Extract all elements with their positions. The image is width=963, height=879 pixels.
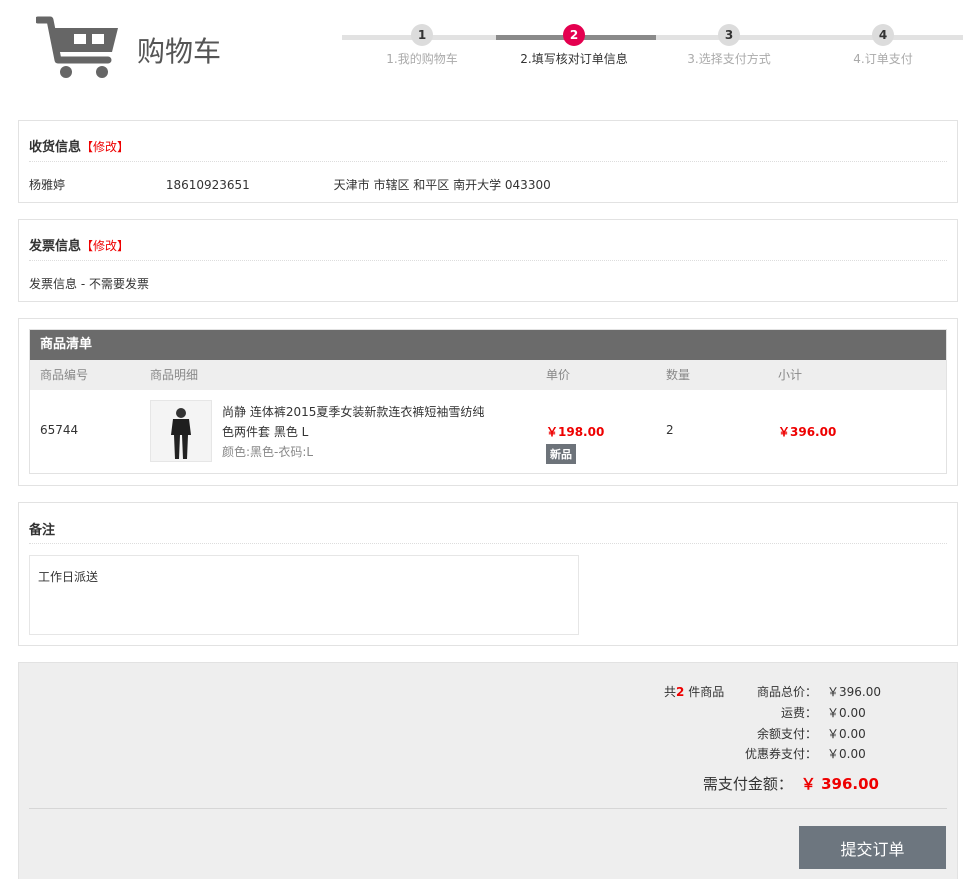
divider: [29, 543, 947, 544]
remark-title: 备注: [29, 523, 56, 538]
goods-list-panel: 商品清单 商品编号 商品明细 单价 数量 小计 65744 尚静 连体裤2015…: [18, 318, 958, 486]
product-id: 65744: [40, 423, 79, 437]
col-subtotal: 小计: [778, 368, 803, 382]
shipping-info-panel: 收货信息【修改】 杨雅婷 18610923651 天津市 市辖区 和平区 南开大…: [18, 120, 958, 203]
invoice-info-panel: 发票信息【修改】 发票信息 - 不需要发票: [18, 219, 958, 302]
goods-table: 商品清单 商品编号 商品明细 单价 数量 小计 65744 尚静 连体裤2015…: [29, 329, 947, 474]
col-detail: 商品明细: [150, 368, 199, 382]
product-spec: 颜色:黑色-衣码:L: [222, 445, 314, 459]
recipient-name: 杨雅婷: [29, 178, 66, 192]
col-price: 单价: [546, 368, 571, 382]
item-count: 共2 件商品: [664, 685, 725, 699]
submit-order-button[interactable]: 提交订单: [799, 826, 946, 869]
unit-price: ￥198.00: [546, 425, 605, 439]
quantity: 2: [666, 423, 674, 437]
step-4: 4 4.订单支付: [803, 24, 963, 67]
invoice-text: 发票信息 - 不需要发票: [29, 277, 149, 291]
col-qty: 数量: [666, 368, 691, 382]
shipping-info-title: 收货信息【修改】: [29, 140, 130, 155]
step-2: 2 2.填写核对订单信息: [494, 24, 654, 67]
recipient-phone: 18610923651: [165, 178, 250, 192]
amount-due: 需支付金额： ￥ 396.00: [702, 775, 879, 793]
checkout-steps: 1 1.我的购物车 2 2.填写核对订单信息 3 3.选择支付方式 4 4.订单…: [342, 24, 963, 74]
remark-textarea[interactable]: 工作日派送: [29, 555, 579, 635]
step-1: 1 1.我的购物车: [342, 24, 502, 67]
shopping-cart-icon: [36, 16, 118, 78]
new-badge: 新品: [546, 444, 576, 464]
page-header: 购物车 1 1.我的购物车 2 2.填写核对订单信息 3 3.选择支付方式 4 …: [0, 0, 963, 100]
goods-total-line: 商品总价： ￥396.00: [756, 685, 881, 699]
address-row: 杨雅婷 18610923651 天津市 市辖区 和平区 南开大学 043300: [19, 162, 957, 202]
table-row: 65744 尚静 连体裤2015夏季女装新款连衣裤短袖雪纺纯色两件套 黑色 L …: [30, 390, 946, 473]
subtotal: ￥396.00: [778, 425, 837, 439]
page-title: 购物车: [137, 35, 222, 68]
col-id: 商品编号: [40, 368, 89, 382]
recipient-address: 天津市 市辖区 和平区 南开大学 043300: [333, 178, 551, 192]
product-name-link[interactable]: 尚静 连体裤2015夏季女装新款连衣裤短袖雪纺纯色两件套 黑色 L: [222, 402, 492, 442]
balance-pay-line: 余额支付： ￥0.00: [756, 727, 866, 741]
coupon-pay-line: 优惠券支付： ￥0.00: [744, 747, 866, 761]
remark-panel: 备注 工作日派送: [18, 502, 958, 646]
invoice-info-title: 发票信息【修改】: [29, 239, 130, 254]
product-image: [151, 401, 211, 461]
goods-list-title: 商品清单: [30, 330, 946, 360]
step-3: 3 3.选择支付方式: [649, 24, 809, 67]
goods-column-headers: 商品编号 商品明细 单价 数量 小计: [30, 360, 946, 390]
divider: [29, 808, 947, 809]
edit-address-link[interactable]: 【修改】: [81, 140, 129, 154]
product-thumbnail[interactable]: [150, 400, 212, 462]
shipping-fee-line: 运费： ￥0.00: [780, 706, 866, 720]
edit-invoice-link[interactable]: 【修改】: [81, 239, 129, 253]
order-summary: 共2 件商品 商品总价： ￥396.00 运费： ￥0.00 余额支付： ￥0.00 …: [18, 662, 958, 879]
